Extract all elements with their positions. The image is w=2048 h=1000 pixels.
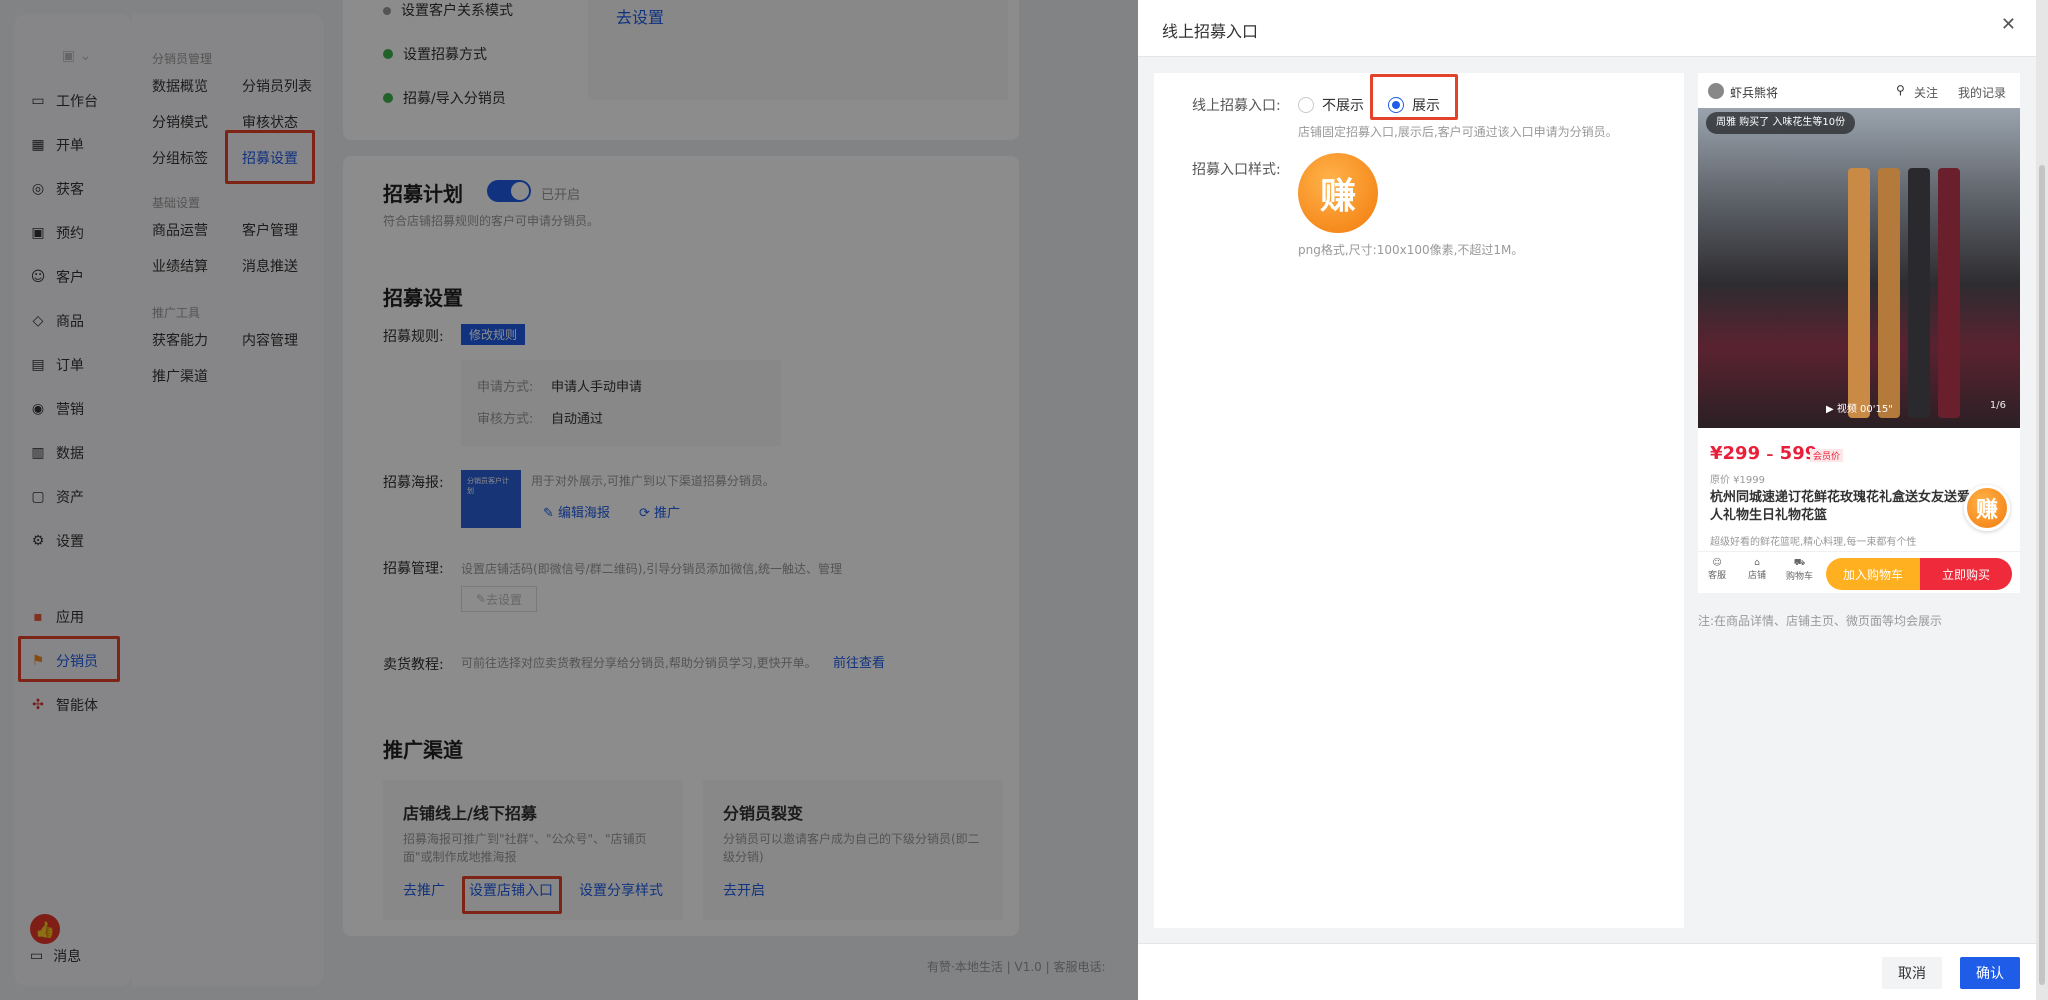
shop-avatar <box>1708 83 1724 99</box>
hanger-shape <box>1938 168 1960 418</box>
scrollbar-thumb[interactable] <box>2039 165 2045 985</box>
add-cart-button: 加入购物车 <box>1826 558 1920 590</box>
video-label: ▶ 视频 00'15" <box>1826 400 1893 415</box>
highlight-box <box>1370 74 1458 120</box>
tab-service: ☺ 客服 <box>1708 558 1726 581</box>
product-title: 杭州同城速递订花鲜花玫瑰花礼盒送女友送爱人礼物生日礼物花篮 <box>1710 490 1971 523</box>
buy-now-button: 立即购买 <box>1920 558 2012 590</box>
tab-shop-label: 店铺 <box>1748 571 1767 581</box>
recruit-entry-icon[interactable]: 赚 <box>1298 153 1378 233</box>
preview-note: 注:在商品详情、店铺主页、微页面等均会展示 <box>1698 614 1943 628</box>
style-hint: png格式,尺寸:100x100像素,不超过1M。 <box>1298 243 1524 257</box>
tab-shop: ⌂ 店铺 <box>1748 558 1766 581</box>
drawer-title: 线上招募入口 <box>1162 22 1259 41</box>
orig-price: 原价 ¥1999 <box>1710 475 1765 486</box>
chat-icon: ☺ <box>1712 558 1722 568</box>
hanger-shape <box>1908 168 1930 418</box>
records-link: 我的记录 <box>1958 86 2007 100</box>
radio-hide[interactable]: 不展示 <box>1298 95 1364 115</box>
drawer-form: 线上招募入口: 不展示 展示 店铺固定招募入口,展示后,客户可通过该入口申请为分… <box>1154 73 1684 928</box>
confirm-button[interactable]: 确认 <box>1960 957 2020 989</box>
member-tag: 会员价 <box>1810 449 1844 462</box>
video-duration: 视频 00'15" <box>1836 404 1893 415</box>
play-icon: ▶ <box>1826 404 1837 415</box>
radio-hide-label: 不展示 <box>1322 98 1364 114</box>
radio-circle <box>1298 97 1314 113</box>
tab-cart: ⛟ 购物车 <box>1786 558 1813 582</box>
follow-link: 关注 <box>1914 86 1939 100</box>
style-label: 招募入口样式: <box>1192 162 1281 178</box>
drawer-panel: 线上招募入口 ✕ 线上招募入口: 不展示 展示 店铺固定招募入口,展示后,客户可… <box>1138 0 2036 1000</box>
hanger-shape <box>1878 168 1900 418</box>
tab-service-label: 客服 <box>1708 571 1727 581</box>
entry-label: 线上招募入口: <box>1192 98 1281 114</box>
price-low: ¥299 <box>1710 443 1761 464</box>
drawer-footer: 取消 确认 <box>1138 943 2036 1000</box>
shop-icon: ⌂ <box>1754 558 1760 568</box>
recruit-float-icon: 赚 <box>1964 485 2010 531</box>
phone-preview: 虾兵熊将 ⚲ 关注 我的记录 周雅 购买了 入味花生等10份 ▶ 视频 00'1… <box>1698 73 2020 593</box>
price: ¥299 – 599 <box>1710 443 1817 464</box>
buyer-ticker: 周雅 购买了 入味花生等10份 <box>1706 112 1856 134</box>
product-image: 周雅 购买了 入味花生等10份 ▶ 视频 00'15" 1/6 <box>1698 108 2020 428</box>
cancel-button[interactable]: 取消 <box>1882 957 1942 989</box>
drawer-header: 线上招募入口 ✕ <box>1138 0 2036 57</box>
hanger-shape <box>1848 168 1870 418</box>
search-icon: ⚲ <box>1896 83 1905 97</box>
cart-icon: ⛟ <box>1793 558 1806 568</box>
close-icon[interactable]: ✕ <box>2001 14 2016 35</box>
shop-name: 虾兵熊将 <box>1730 86 1779 100</box>
action-bar: ☺ 客服 ⌂ 店铺 ⛟ 购物车 加入购物车 立即购买 <box>1698 551 2020 593</box>
entry-hint: 店铺固定招募入口,展示后,客户可通过该入口申请为分销员。 <box>1298 125 1618 139</box>
page-indicator: 1/6 <box>1989 400 2006 411</box>
product-sub: 超级好看的鲜花篮呢,精心料理,每一束都有个性 <box>1710 537 1917 548</box>
modal-overlay[interactable] <box>0 0 1138 1000</box>
app-page: ▣ ⌄ ▭ 工作台 ▦ 开单 ◎ 获客 ▣ 预约 ☺ 客户 ◇ 商品 ▤ 订单 ◉ 营销 ▥ 数据 ▢ 资产 ⚙ 设置 ▪ 应… <box>0 0 2048 1000</box>
tab-cart-label: 购物车 <box>1786 572 1814 582</box>
price-sep: – <box>1766 447 1774 463</box>
